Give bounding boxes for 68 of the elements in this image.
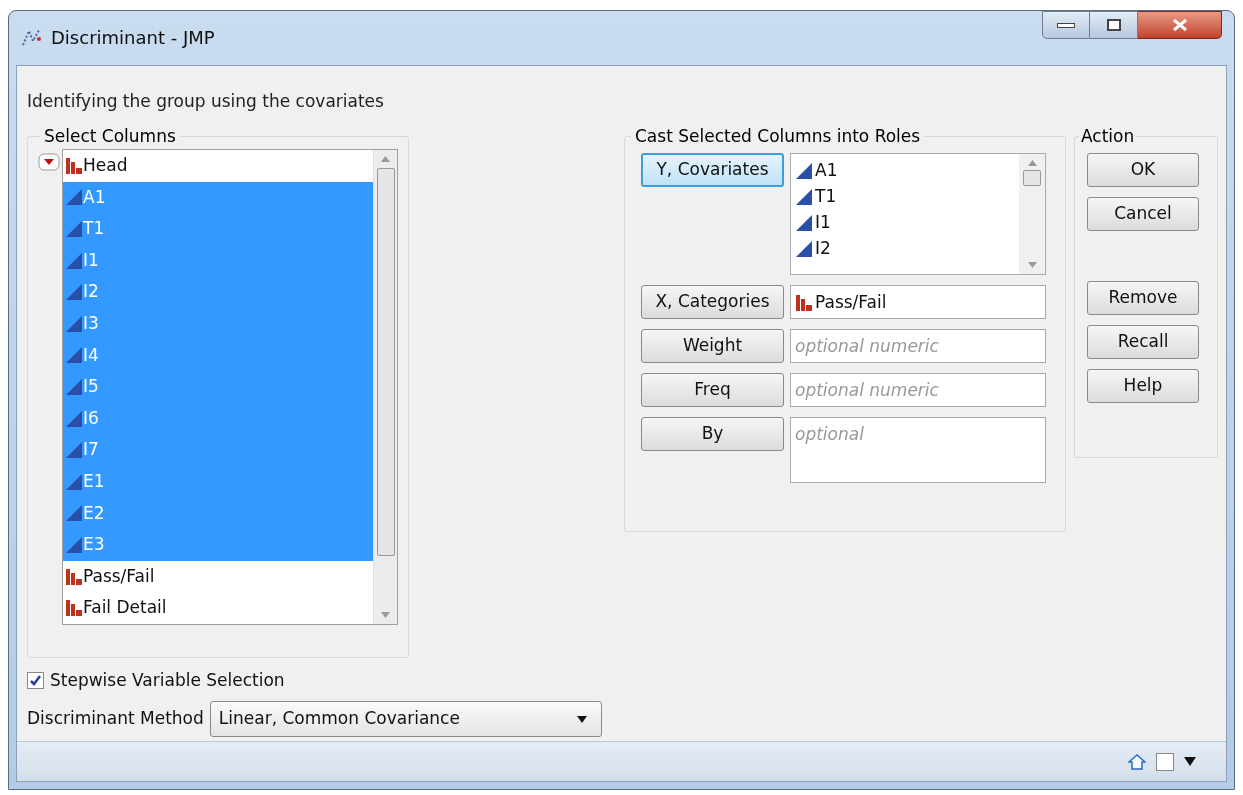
continuous-column-icon: [795, 214, 813, 232]
role-button[interactable]: Weight: [641, 329, 784, 363]
continuous-column-icon: [795, 240, 813, 258]
placeholder-text: optional numeric: [795, 335, 940, 358]
scroll-down-icon[interactable]: [381, 612, 390, 618]
role-item: A1: [815, 159, 838, 183]
scrollbar[interactable]: [1019, 154, 1045, 274]
role-button[interactable]: Y, Covariates: [641, 153, 784, 187]
continuous-column-icon: [65, 472, 83, 491]
continuous-column-icon: [65, 220, 83, 238]
role-button[interactable]: By: [641, 417, 784, 451]
action-button[interactable]: Cancel: [1087, 197, 1199, 231]
column-item[interactable]: Fail Detail: [63, 592, 373, 624]
action-button[interactable]: Recall: [1087, 325, 1199, 359]
role-field[interactable]: Pass/Fail: [790, 285, 1046, 319]
group-title: Action: [1080, 124, 1136, 148]
checkbox-icon[interactable]: [1156, 752, 1174, 771]
placeholder-text: optional numeric: [795, 379, 940, 402]
continuous-column-icon: [795, 188, 813, 206]
bar-chart-icon: [65, 599, 83, 618]
action-button[interactable]: Remove: [1087, 281, 1199, 315]
caret-icon: [576, 715, 587, 723]
scroll-down-icon[interactable]: [1027, 262, 1037, 268]
group-title: Cast Selected Columns into Roles: [634, 124, 922, 148]
bar-chart-icon: [65, 567, 83, 586]
action-button[interactable]: OK: [1087, 153, 1199, 187]
caret-icon[interactable]: [1184, 757, 1196, 766]
continuous-column-icon: [65, 188, 83, 207]
continuous-column-icon: [65, 251, 83, 270]
method-dropdown[interactable]: Linear, Common Covariance: [209, 701, 602, 737]
continuous-column-icon: [795, 162, 813, 180]
checkbox[interactable]: [27, 671, 44, 689]
continuous-column-icon: [65, 346, 83, 365]
group-title: Select Columns: [43, 124, 177, 148]
bar-chart-icon: [795, 294, 813, 312]
scroll-thumb[interactable]: [1023, 170, 1041, 186]
scroll-thumb[interactable]: [376, 168, 395, 556]
close-icon: [1171, 18, 1188, 32]
role-item: I2: [815, 237, 831, 261]
checkbox-label: Stepwise Variable Selection: [50, 668, 285, 692]
home-icon[interactable]: [1128, 752, 1146, 771]
role-item: Pass/Fail: [815, 291, 887, 315]
role-button[interactable]: X, Categories: [641, 285, 784, 319]
maximize-button[interactable]: [1090, 11, 1138, 39]
continuous-column-icon: [65, 504, 83, 523]
role-item: T1: [815, 185, 837, 209]
continuous-column-icon: [65, 314, 83, 333]
continuous-column-icon: [65, 409, 83, 428]
window-title: Discriminant - JMP: [51, 26, 215, 51]
bar-chart-icon: [65, 156, 83, 175]
column-item[interactable]: Pass/Fail: [63, 560, 373, 593]
description-text: Identifying the group using the covariates: [27, 89, 385, 112]
continuous-column-icon: [65, 283, 83, 302]
continuous-column-icon: [65, 441, 83, 460]
close-button[interactable]: [1138, 11, 1222, 39]
column-item[interactable]: Head: [63, 150, 373, 182]
continuous-column-icon: [65, 377, 83, 396]
scrollbar[interactable]: [373, 150, 397, 624]
scroll-up-icon[interactable]: [381, 156, 390, 162]
action-button[interactable]: Help: [1087, 369, 1199, 403]
role-button[interactable]: Freq: [641, 373, 784, 407]
minimize-button[interactable]: [1042, 11, 1090, 39]
scroll-up-icon[interactable]: [1027, 160, 1037, 166]
method-label: Discriminant Method: [27, 707, 204, 731]
role-item: I1: [815, 211, 831, 235]
continuous-column-icon: [65, 535, 83, 554]
role-field[interactable]: A1 T1 I1 I2: [790, 153, 1046, 275]
placeholder-text: optional: [795, 423, 865, 446]
